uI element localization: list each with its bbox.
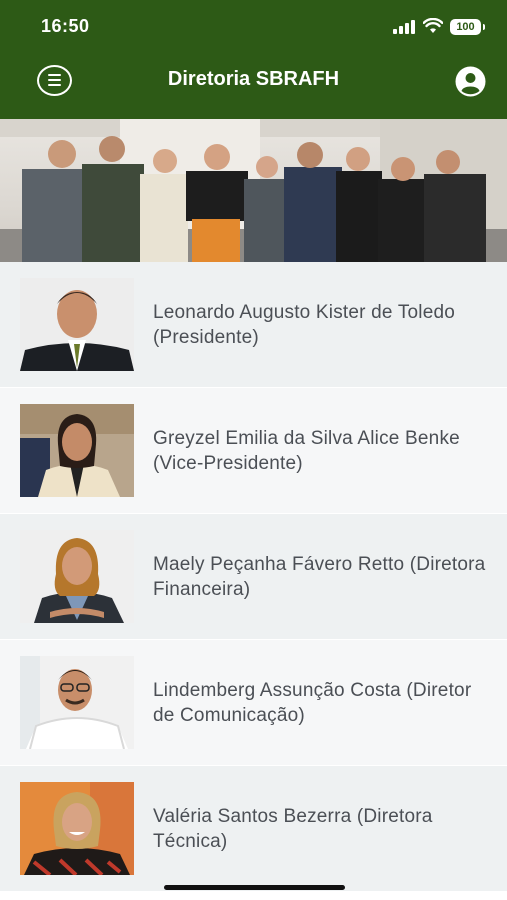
list-item[interactable]: Lindemberg Assunção Costa (Diretor de Co…: [0, 640, 507, 765]
member-name: Maely Peçanha Fávero Retto (Diretora Fin…: [153, 553, 486, 600]
list-item[interactable]: Valéria Santos Bezerra (Diretora Técnica…: [0, 766, 507, 891]
home-indicator[interactable]: [164, 885, 345, 890]
avatar: [20, 278, 134, 371]
member-name: Lindemberg Assunção Costa (Diretor de Co…: [153, 679, 472, 726]
list-item[interactable]: Greyzel Emilia da Silva Alice Benke (Vic…: [0, 388, 507, 513]
avatar: [20, 656, 134, 749]
avatar: [20, 782, 134, 875]
member-name: Greyzel Emilia da Silva Alice Benke (Vic…: [153, 427, 460, 474]
list-item[interactable]: Maely Peçanha Fávero Retto (Diretora Fin…: [0, 514, 507, 639]
user-profile-icon[interactable]: [455, 66, 486, 97]
status-time: 16:50: [41, 16, 90, 36]
member-name: Leonardo Augusto Kister de Toledo (Presi…: [153, 301, 456, 348]
list-item[interactable]: Leonardo Augusto Kister de Toledo (Presi…: [0, 262, 507, 387]
avatar: [20, 404, 134, 497]
app-header: 16:50 100 Diretoria SBRAFH: [0, 0, 507, 119]
group-photo-banner: [0, 119, 507, 262]
group-photo: [0, 119, 507, 262]
page-title: Diretoria SBRAFH: [167, 68, 340, 90]
avatar: [20, 530, 134, 623]
wifi-icon: [423, 18, 443, 33]
battery-indicator: 100: [450, 19, 485, 35]
member-name: Valéria Santos Bezerra (Diretora Técnica…: [153, 805, 433, 852]
signal-icon: [393, 20, 415, 34]
status-bar: 16:50 100: [0, 0, 507, 54]
